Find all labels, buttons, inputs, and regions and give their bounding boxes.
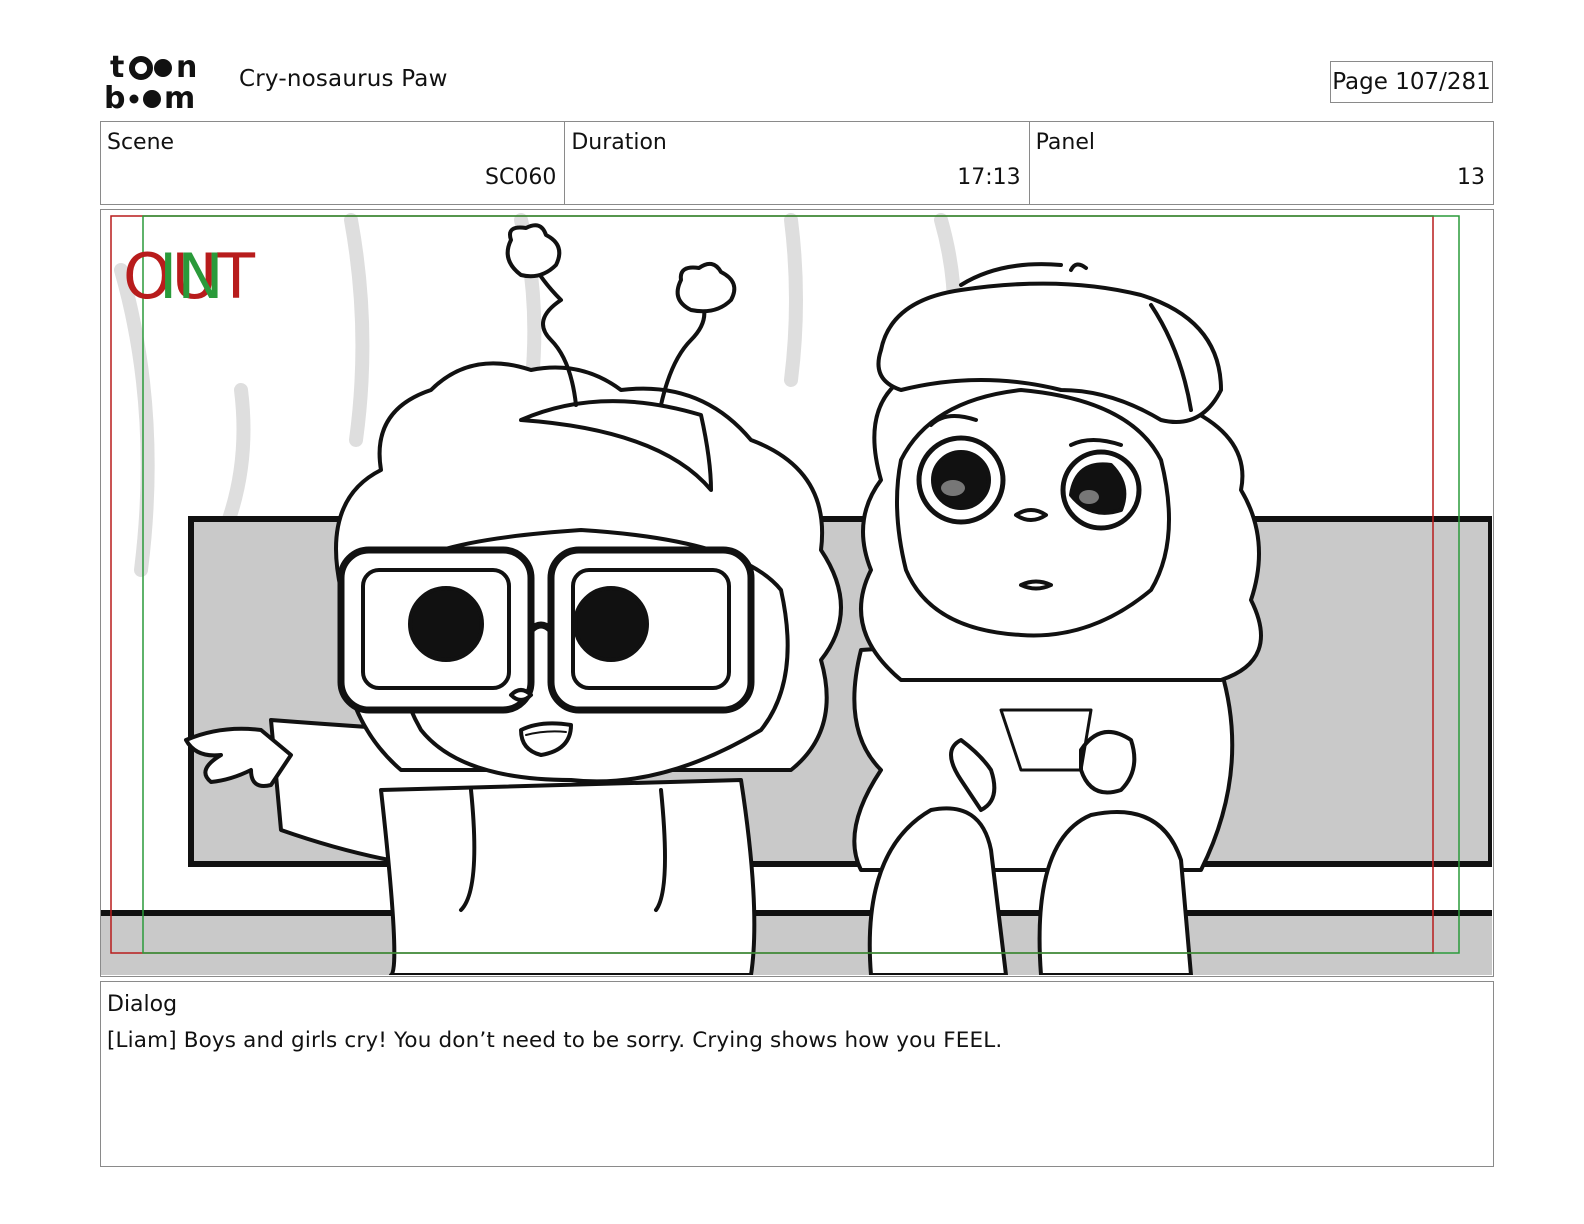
dialog-label: Dialog (107, 992, 178, 1017)
in-marker: IN (159, 240, 224, 313)
dialog-box: Dialog [Liam] Boys and girls cry! You do… (100, 981, 1494, 1167)
duration-value: 17:13 (957, 165, 1021, 190)
duration-cell: Duration 17:13 (565, 122, 1030, 204)
character-right (852, 262, 1263, 975)
panel-drawing: OUT IN (101, 213, 1492, 975)
svg-text:t: t (110, 50, 124, 85)
toon-boom-logo: t n b m (104, 50, 216, 116)
panel-cell: Panel 13 (1030, 122, 1493, 204)
dialog-text: [Liam] Boys and girls cry! You don’t nee… (107, 1028, 1003, 1053)
scene-value: SC060 (485, 165, 557, 190)
scene-cell: Scene SC060 (101, 122, 566, 204)
svg-text:m: m (164, 81, 195, 112)
panel-value: 13 (1456, 165, 1485, 190)
page-indicator: Page 107/281 (1330, 61, 1493, 103)
storyboard-panel: OUT IN (100, 209, 1494, 977)
scene-label: Scene (107, 130, 175, 155)
duration-label: Duration (571, 130, 667, 155)
floor-strip (101, 913, 1492, 975)
toon-boom-logo-mark: t n b m (104, 50, 197, 116)
panel-label: Panel (1035, 130, 1096, 155)
svg-text:n: n (176, 50, 197, 85)
info-table: Scene SC060 Duration 17:13 Panel 13 (100, 121, 1494, 205)
svg-text:b: b (104, 81, 125, 112)
project-title: Cry-nosaurus Paw (239, 66, 448, 92)
